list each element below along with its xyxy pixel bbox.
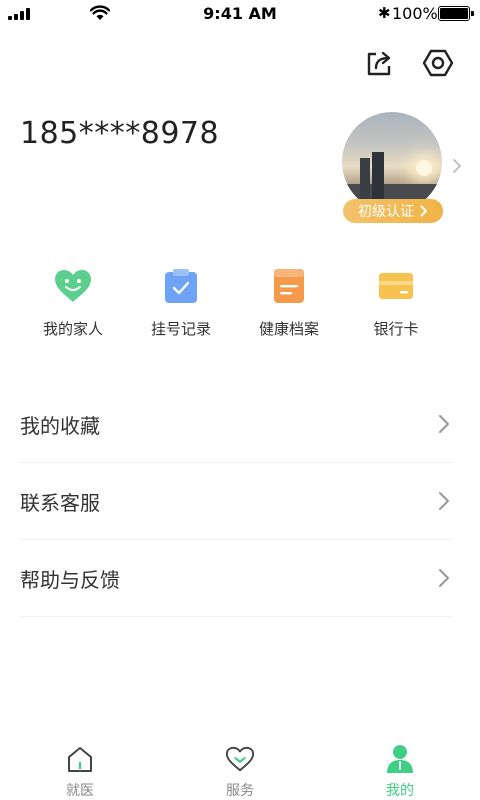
- quick-action-health-records[interactable]: 健康档案: [239, 266, 339, 339]
- chevron-right-icon: [439, 492, 449, 510]
- tab-label: 就医: [66, 783, 94, 799]
- quick-action-registrations[interactable]: 挂号记录: [131, 266, 231, 339]
- settings-icon: [422, 49, 454, 77]
- settings-button[interactable]: [421, 46, 455, 80]
- cert-badge-label: 初级认证: [358, 204, 414, 220]
- heart-icon: [225, 746, 255, 772]
- quick-action-label: 银行卡: [373, 320, 419, 338]
- status-bar: 9:41 AM ✱ 100%: [0, 0, 480, 28]
- tab-mine[interactable]: 我的: [360, 744, 440, 800]
- certification-badge[interactable]: 初级认证: [343, 199, 443, 223]
- quick-action-family[interactable]: 我的家人: [23, 266, 123, 339]
- tab-services[interactable]: 服务: [200, 744, 280, 800]
- tab-label: 我的: [386, 783, 414, 799]
- user-phone: 185****8978: [20, 116, 220, 151]
- tab-bar: 就医 服务 我的: [0, 740, 480, 800]
- home-icon: [68, 747, 92, 772]
- tab-medical[interactable]: 就医: [40, 744, 120, 800]
- menu-item-help-feedback[interactable]: 帮助与反馈: [20, 540, 452, 617]
- person-icon: [387, 745, 413, 773]
- chevron-right-icon: [439, 415, 449, 433]
- menu-item-label: 帮助与反馈: [20, 567, 120, 592]
- battery-percent: 100%: [392, 4, 438, 23]
- card-icon: [379, 273, 413, 299]
- profile-chevron-icon[interactable]: [452, 158, 462, 174]
- quick-action-label: 挂号记录: [150, 320, 211, 338]
- share-button[interactable]: [362, 46, 396, 80]
- battery-icon: [438, 6, 474, 21]
- menu-item-label: 联系客服: [20, 490, 100, 515]
- clipboard-check-icon: [165, 269, 197, 303]
- menu-item-label: 我的收藏: [20, 413, 100, 438]
- share-icon: [367, 51, 391, 76]
- tab-label: 服务: [226, 783, 254, 799]
- document-icon: [274, 269, 304, 303]
- quick-action-label: 健康档案: [258, 320, 319, 338]
- menu-item-contact-support[interactable]: 联系客服: [20, 463, 452, 540]
- chevron-right-icon: [420, 205, 427, 217]
- quick-action-label: 我的家人: [42, 320, 103, 338]
- menu-list: 我的收藏 联系客服 帮助与反馈: [20, 386, 452, 617]
- avatar[interactable]: [342, 112, 442, 212]
- quick-action-bank-card[interactable]: 银行卡: [346, 266, 446, 339]
- menu-item-favorites[interactable]: 我的收藏: [20, 386, 452, 463]
- heart-smile-icon: [55, 270, 91, 302]
- chevron-right-icon: [439, 569, 449, 587]
- bluetooth-icon: ✱: [378, 4, 391, 22]
